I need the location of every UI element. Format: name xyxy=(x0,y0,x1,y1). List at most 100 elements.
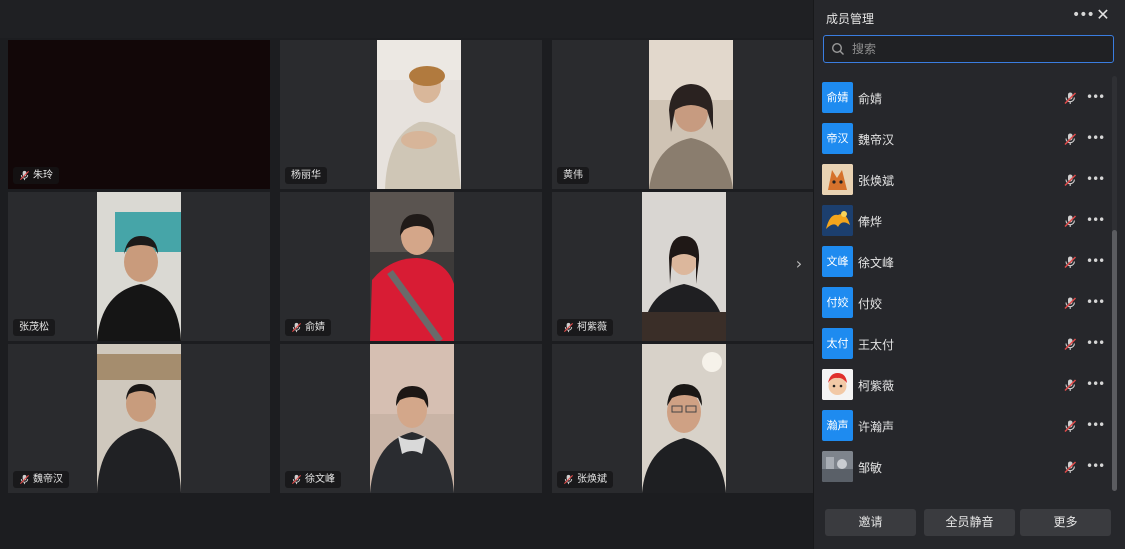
mic-muted-icon[interactable] xyxy=(1063,337,1077,351)
mic-muted-icon[interactable] xyxy=(1063,132,1077,146)
avatar: 俞婧 xyxy=(822,82,853,113)
member-row[interactable]: 付姣 付姣 ••• xyxy=(822,287,1106,319)
chevron-right-icon[interactable]: › xyxy=(789,251,809,277)
member-name: 徐文峰 xyxy=(858,256,895,270)
participant-name-tag: 杨丽华 xyxy=(285,167,327,184)
mic-muted-icon[interactable] xyxy=(1063,419,1077,433)
participant-name: 柯紫薇 xyxy=(577,322,607,333)
member-name: 张焕斌 xyxy=(858,174,895,188)
member-name: 俸烨 xyxy=(858,215,883,229)
panel-footer: 邀请 全员静音 更多 xyxy=(814,500,1125,549)
ellipsis-icon[interactable]: ••• xyxy=(1086,254,1105,268)
member-row[interactable]: 瀚声 许瀚声 ••• xyxy=(822,410,1106,442)
close-icon[interactable]: ✕ xyxy=(1094,6,1112,24)
member-name: 柯紫薇 xyxy=(858,379,895,393)
video-tile[interactable]: 杨丽华 xyxy=(280,40,542,189)
more-button[interactable]: 更多 xyxy=(1020,509,1111,536)
video-tile[interactable]: 张茂松 xyxy=(8,192,270,341)
video-tile[interactable]: 柯紫薇 xyxy=(552,192,814,341)
panel-title: 成员管理 xyxy=(826,12,875,26)
mic-muted-icon[interactable] xyxy=(1063,214,1077,228)
search-icon xyxy=(831,42,844,55)
participant-name-tag: 黄伟 xyxy=(557,167,589,184)
member-row[interactable]: 帝汉 魏帝汉 ••• xyxy=(822,123,1106,155)
mic-muted-icon[interactable] xyxy=(1063,296,1077,310)
ellipsis-icon[interactable]: ••• xyxy=(1086,131,1105,145)
participant-video xyxy=(370,192,454,341)
mic-muted-icon[interactable] xyxy=(1063,91,1077,105)
participant-video xyxy=(97,192,181,341)
mic-muted-icon xyxy=(19,474,30,485)
member-row[interactable]: 俸烨 ••• xyxy=(822,205,1106,237)
avatar: 帝汉 xyxy=(822,123,853,154)
participant-name-tag: 俞婧 xyxy=(285,319,331,336)
ellipsis-icon[interactable]: ••• xyxy=(1086,213,1105,227)
member-row[interactable]: 张焕斌 ••• xyxy=(822,164,1106,196)
ellipsis-icon[interactable]: ••• xyxy=(1086,336,1105,350)
scrollbar-thumb[interactable] xyxy=(1112,230,1117,491)
avatar: 瀚声 xyxy=(822,410,853,441)
member-panel: 成员管理 ••• ✕ 俞婧 俞婧 ••• 帝汉 魏帝汉 xyxy=(813,0,1125,549)
avatar: 付姣 xyxy=(822,287,853,318)
participant-video xyxy=(642,192,726,341)
participant-video xyxy=(97,344,181,493)
participant-name: 魏帝汉 xyxy=(33,474,63,485)
video-tile[interactable]: 俞婧 xyxy=(280,192,542,341)
ellipsis-icon[interactable]: ••• xyxy=(1086,377,1105,391)
avatar xyxy=(822,205,853,236)
participant-video xyxy=(377,40,461,189)
ellipsis-icon[interactable]: ••• xyxy=(1086,459,1105,473)
video-tile[interactable]: 黄伟 xyxy=(552,40,814,189)
participant-video xyxy=(370,344,454,493)
mic-muted-icon xyxy=(563,474,574,485)
member-name: 邹敏 xyxy=(858,461,883,475)
participant-name: 徐文峰 xyxy=(305,474,335,485)
avatar xyxy=(822,451,853,482)
member-row[interactable]: 邹敏 ••• xyxy=(822,451,1106,483)
search-input[interactable] xyxy=(850,41,1104,57)
ellipsis-icon[interactable]: ••• xyxy=(1086,172,1105,186)
member-row[interactable]: 柯紫薇 ••• xyxy=(822,369,1106,401)
participant-video xyxy=(642,344,726,493)
member-row[interactable]: 太付 王太付 ••• xyxy=(822,328,1106,360)
invite-button[interactable]: 邀请 xyxy=(825,509,916,536)
video-tile[interactable]: 徐文峰 xyxy=(280,344,542,493)
ellipsis-icon[interactable]: ••• xyxy=(1086,90,1105,104)
participant-name: 朱玲 xyxy=(33,170,53,181)
participant-name: 张焕斌 xyxy=(577,474,607,485)
avatar: 文峰 xyxy=(822,246,853,277)
member-name: 付姣 xyxy=(858,297,883,311)
mic-muted-icon xyxy=(563,322,574,333)
video-grid: 朱玲 杨丽华 黄伟 张茂松 俞婧 柯紫薇 魏帝汉 徐文峰 张焕斌 xyxy=(8,40,814,493)
member-list-scrollbar[interactable] xyxy=(1112,76,1117,491)
stage-top-bar xyxy=(0,0,813,38)
ellipsis-icon[interactable]: ••• xyxy=(1086,295,1105,309)
mic-muted-icon xyxy=(291,474,302,485)
member-row[interactable]: 文峰 徐文峰 ••• xyxy=(822,246,1106,278)
ellipsis-icon[interactable]: ••• xyxy=(1072,6,1095,24)
participant-name-tag: 张焕斌 xyxy=(557,471,613,488)
participant-name: 杨丽华 xyxy=(291,170,321,181)
mic-muted-icon[interactable] xyxy=(1063,255,1077,269)
mic-muted-icon[interactable] xyxy=(1063,460,1077,474)
mic-muted-icon[interactable] xyxy=(1063,378,1077,392)
video-stage: 朱玲 杨丽华 黄伟 张茂松 俞婧 柯紫薇 魏帝汉 徐文峰 张焕斌 › xyxy=(0,0,814,549)
mic-muted-icon[interactable] xyxy=(1063,173,1077,187)
avatar xyxy=(822,369,853,400)
participant-name: 俞婧 xyxy=(305,322,325,333)
video-tile[interactable]: 朱玲 xyxy=(8,40,270,189)
ellipsis-icon[interactable]: ••• xyxy=(1086,418,1105,432)
member-search xyxy=(823,35,1114,63)
video-tile[interactable]: 魏帝汉 xyxy=(8,344,270,493)
participant-video xyxy=(649,40,733,189)
mic-muted-icon xyxy=(19,170,30,181)
mute-all-button[interactable]: 全员静音 xyxy=(924,509,1015,536)
participant-name-tag: 张茂松 xyxy=(13,319,55,336)
member-name: 俞婧 xyxy=(858,92,883,106)
member-row[interactable]: 俞婧 俞婧 ••• xyxy=(822,82,1106,114)
video-tile[interactable]: 张焕斌 xyxy=(552,344,814,493)
member-name: 魏帝汉 xyxy=(858,133,895,147)
participant-name-tag: 魏帝汉 xyxy=(13,471,69,488)
avatar: 太付 xyxy=(822,328,853,359)
avatar xyxy=(822,164,853,195)
